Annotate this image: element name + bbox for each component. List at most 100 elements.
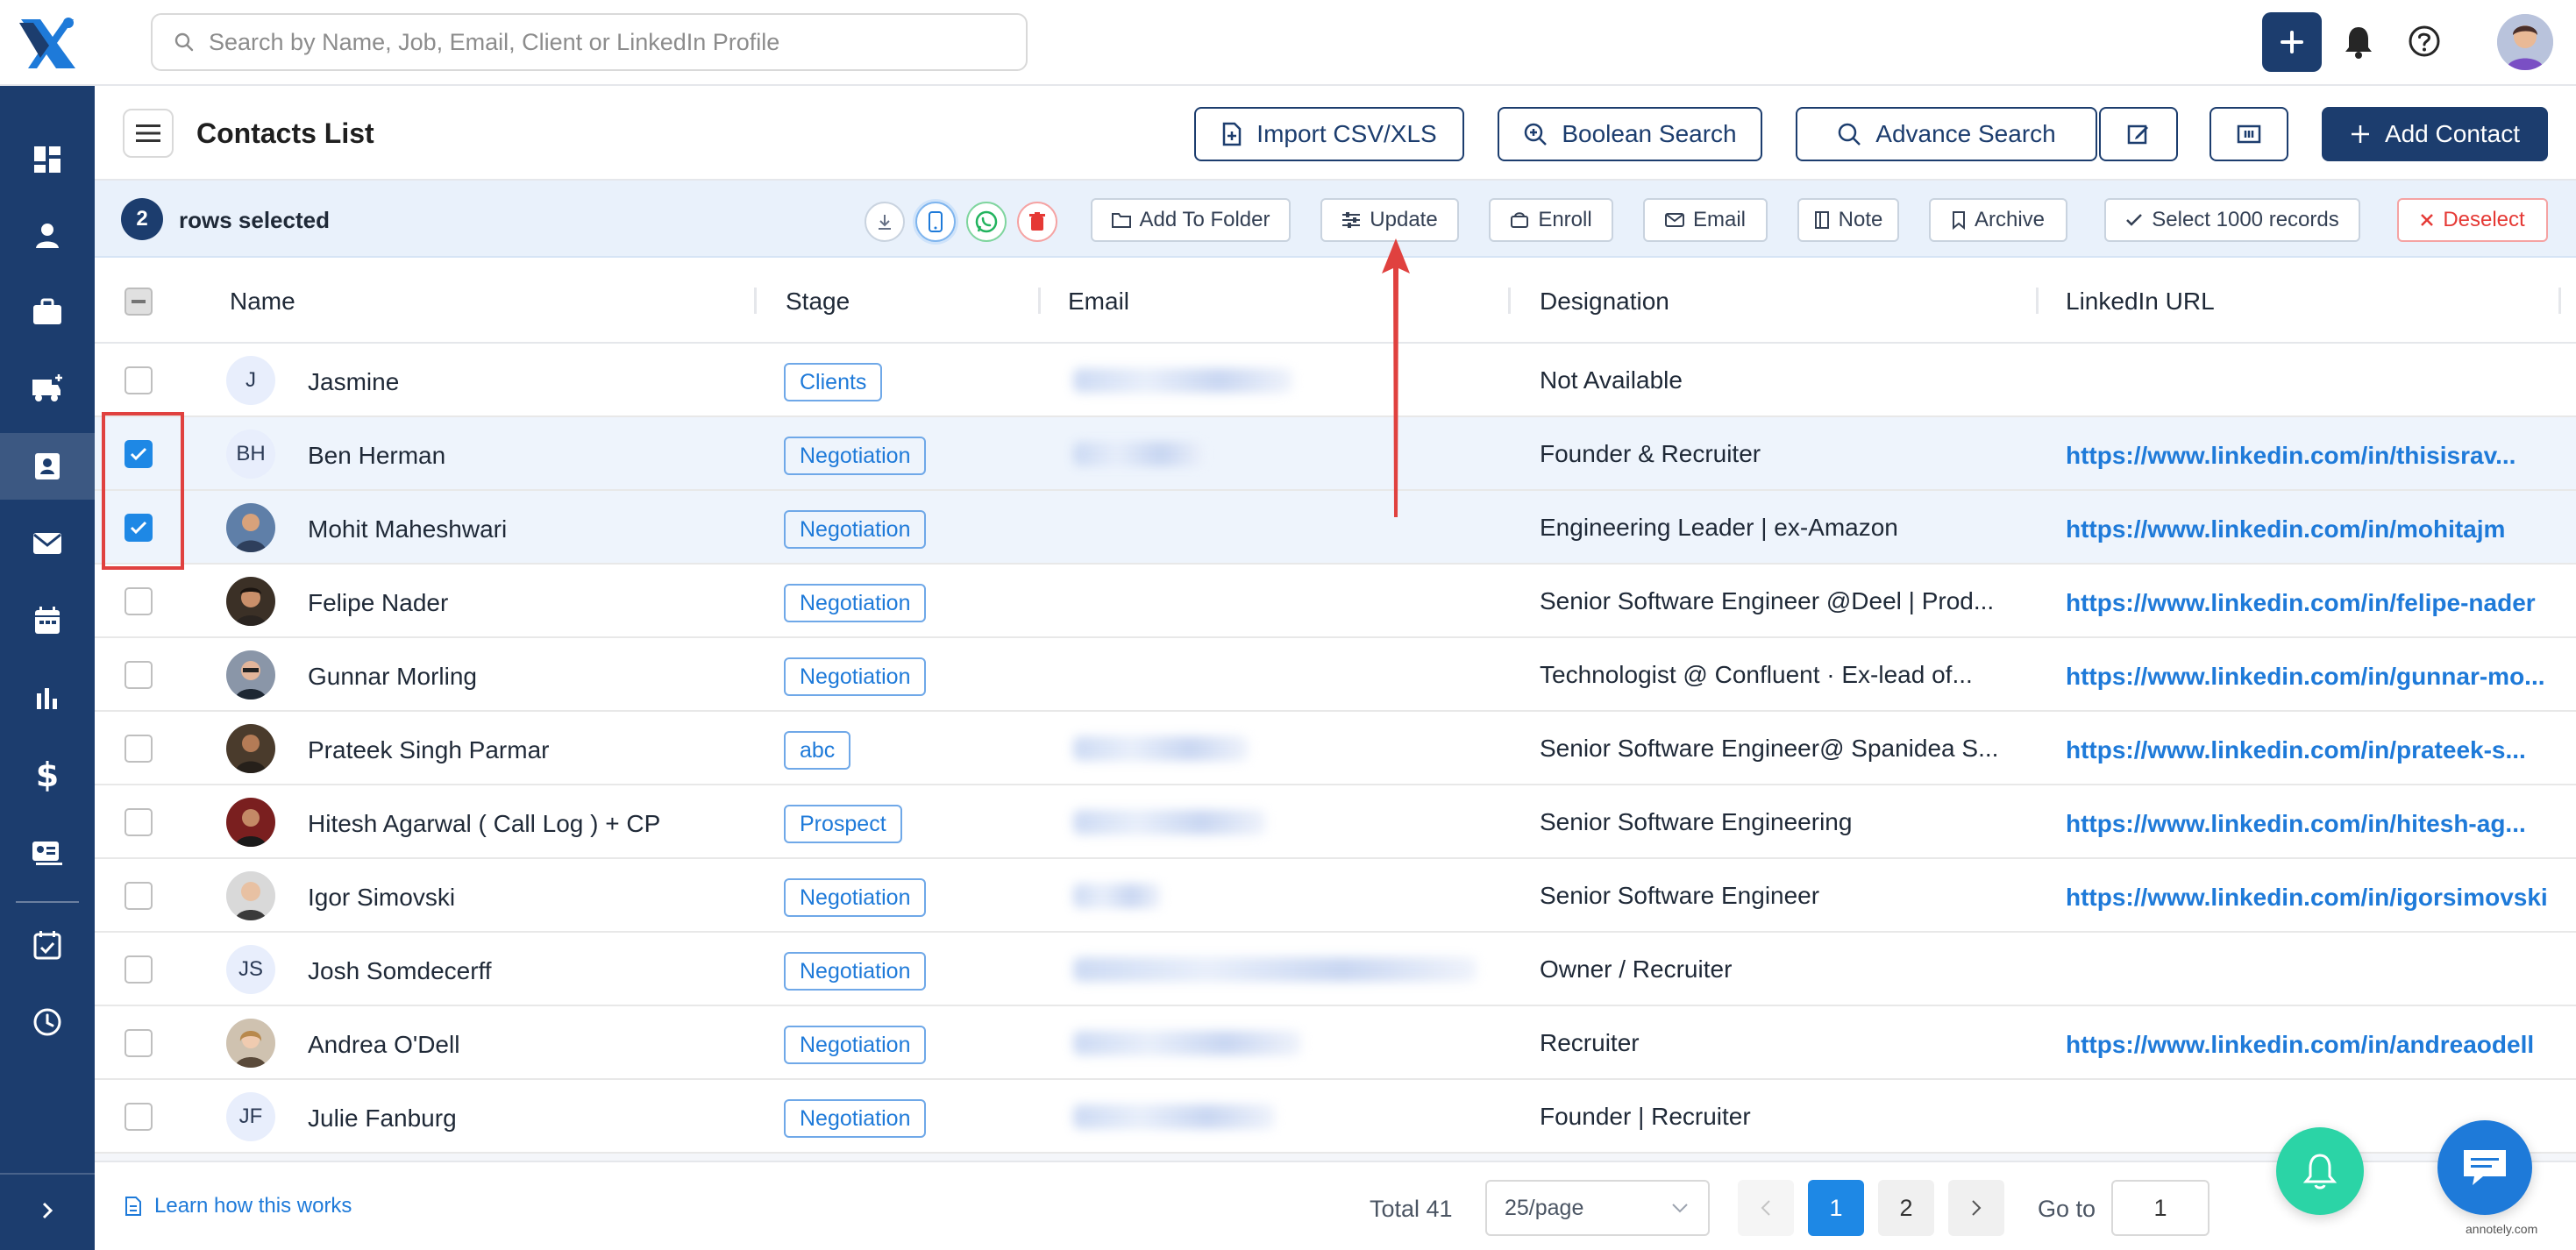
sidebar-item-reports[interactable]	[0, 664, 95, 731]
download-button[interactable]	[865, 202, 905, 242]
contact-name[interactable]: Ben Herman	[308, 442, 445, 470]
learn-how-link[interactable]: Learn how this works	[125, 1194, 352, 1218]
row-checkbox[interactable]	[125, 366, 153, 394]
sidebar-item-jobs[interactable]	[0, 279, 95, 345]
contact-name[interactable]: Andrea O'Dell	[308, 1031, 459, 1059]
email-button[interactable]: Email	[1643, 198, 1768, 242]
row-checkbox[interactable]	[125, 1103, 153, 1131]
quick-add-button[interactable]	[2262, 12, 2322, 72]
linkedin-link[interactable]: https://www.linkedin.com/in/felipe-nader	[2066, 589, 2536, 617]
edit-button[interactable]	[2099, 107, 2178, 161]
row-checkbox[interactable]	[125, 735, 153, 763]
contact-name[interactable]: Gunnar Morling	[308, 663, 477, 691]
column-header-designation[interactable]: Designation	[1540, 288, 1669, 316]
add-contact-button[interactable]: Add Contact	[2322, 107, 2548, 161]
global-search[interactable]	[151, 13, 1028, 71]
contact-name[interactable]: Julie Fanburg	[308, 1104, 457, 1133]
notifications-fab[interactable]	[2276, 1127, 2364, 1215]
column-resizer[interactable]	[1038, 288, 1041, 314]
select-all-checkbox[interactable]	[125, 288, 153, 316]
enroll-button[interactable]: Enroll	[1489, 198, 1613, 242]
whatsapp-button[interactable]	[966, 202, 1007, 242]
app-logo[interactable]	[14, 14, 79, 72]
update-button[interactable]: Update	[1320, 198, 1459, 242]
contact-name[interactable]: Prateek Singh Parmar	[308, 736, 549, 764]
select-all-records-button[interactable]: Select 1000 records	[2104, 198, 2360, 242]
sidebar-item-mail[interactable]	[0, 510, 95, 577]
table-row[interactable]: Andrea O'Dell Negotiation Recruiter http…	[95, 1006, 2576, 1080]
sidebar-expand-button[interactable]	[0, 1173, 95, 1246]
sidebar-item-billing[interactable]: $	[0, 742, 95, 808]
row-checkbox[interactable]	[125, 808, 153, 836]
deselect-button[interactable]: Deselect	[2397, 198, 2548, 242]
add-to-folder-button[interactable]: Add To Folder	[1091, 198, 1291, 242]
table-row[interactable]: BH Ben Herman Negotiation Founder & Recr…	[95, 417, 2576, 491]
contact-name[interactable]: Mohit Maheshwari	[308, 515, 507, 543]
stage-badge[interactable]: Prospect	[784, 805, 902, 843]
page-2-button[interactable]: 2	[1878, 1180, 1934, 1236]
phone-button[interactable]	[915, 202, 956, 242]
table-row[interactable]: JS Josh Somdecerff Negotiation Owner / R…	[95, 933, 2576, 1006]
note-button[interactable]: Note	[1797, 198, 1899, 242]
column-resizer[interactable]	[754, 288, 757, 314]
column-header-name[interactable]: Name	[230, 288, 295, 316]
table-row[interactable]: Prateek Singh Parmar abc Senior Software…	[95, 712, 2576, 785]
row-checkbox[interactable]	[125, 661, 153, 689]
column-resizer[interactable]	[1508, 288, 1511, 314]
table-row[interactable]: Mohit Maheshwari Negotiation Engineering…	[95, 491, 2576, 565]
columns-button[interactable]	[2210, 107, 2288, 161]
linkedin-link[interactable]: https://www.linkedin.com/in/gunnar-mo...	[2066, 663, 2545, 691]
stage-badge[interactable]: Negotiation	[784, 1026, 927, 1064]
menu-toggle-button[interactable]	[123, 109, 174, 158]
row-checkbox[interactable]	[125, 1029, 153, 1057]
table-row[interactable]: J Jasmine Clients Not Available	[95, 344, 2576, 417]
table-row[interactable]: Felipe Nader Negotiation Senior Software…	[95, 565, 2576, 638]
next-page-button[interactable]	[1948, 1180, 2004, 1236]
goto-page-input[interactable]	[2111, 1180, 2210, 1236]
stage-badge[interactable]: Negotiation	[784, 584, 927, 622]
boolean-search-button[interactable]: Boolean Search	[1498, 107, 1762, 161]
contact-name[interactable]: Igor Simovski	[308, 884, 455, 912]
chat-fab[interactable]	[2437, 1120, 2532, 1215]
search-input[interactable]	[209, 28, 998, 56]
sidebar-item-tasks[interactable]	[0, 912, 95, 978]
help-icon[interactable]	[2408, 25, 2441, 58]
stage-badge[interactable]: Negotiation	[784, 657, 927, 696]
page-1-button[interactable]: 1	[1808, 1180, 1864, 1236]
notifications-bell-icon[interactable]	[2343, 25, 2374, 60]
sidebar-item-calendar[interactable]	[0, 587, 95, 654]
sidebar-item-clients[interactable]	[0, 356, 95, 423]
prev-page-button[interactable]	[1738, 1180, 1794, 1236]
advance-search-button[interactable]: Advance Search	[1796, 107, 2097, 161]
linkedin-link[interactable]: https://www.linkedin.com/in/igorsimovski	[2066, 884, 2548, 912]
archive-button[interactable]: Archive	[1929, 198, 2067, 242]
stage-badge[interactable]: Negotiation	[784, 1099, 927, 1138]
column-header-stage[interactable]: Stage	[786, 288, 850, 316]
column-resizer[interactable]	[2036, 288, 2039, 314]
column-resizer[interactable]	[2558, 288, 2561, 314]
sidebar-item-history[interactable]	[0, 989, 95, 1055]
stage-badge[interactable]: Clients	[784, 363, 883, 401]
table-row[interactable]: Igor Simovski Negotiation Senior Softwar…	[95, 859, 2576, 933]
row-checkbox[interactable]	[125, 882, 153, 910]
linkedin-link[interactable]: https://www.linkedin.com/in/andreaodell	[2066, 1031, 2534, 1059]
column-header-linkedin[interactable]: LinkedIn URL	[2066, 288, 2215, 316]
linkedin-link[interactable]: https://www.linkedin.com/in/mohitajm	[2066, 515, 2505, 543]
sidebar-item-contacts[interactable]	[0, 433, 95, 500]
stage-badge[interactable]: abc	[784, 731, 851, 770]
contact-name[interactable]: Josh Somdecerff	[308, 957, 492, 985]
linkedin-link[interactable]: https://www.linkedin.com/in/hitesh-ag...	[2066, 810, 2526, 838]
stage-badge[interactable]: Negotiation	[784, 952, 927, 991]
import-csv-button[interactable]: Import CSV/XLS	[1194, 107, 1464, 161]
linkedin-link[interactable]: https://www.linkedin.com/in/prateek-s...	[2066, 736, 2526, 764]
table-row[interactable]: JF Julie Fanburg Negotiation Founder | R…	[95, 1080, 2576, 1154]
stage-badge[interactable]: Negotiation	[784, 437, 927, 475]
stage-badge[interactable]: Negotiation	[784, 878, 927, 917]
contact-name[interactable]: Felipe Nader	[308, 589, 448, 617]
linkedin-link[interactable]: https://www.linkedin.com/in/thisisrav...	[2066, 442, 2516, 470]
user-avatar[interactable]	[2497, 14, 2553, 70]
contact-name[interactable]: Hitesh Agarwal ( Call Log ) + CP	[308, 810, 660, 838]
table-row[interactable]: Hitesh Agarwal ( Call Log ) + CP Prospec…	[95, 785, 2576, 859]
table-row[interactable]: Gunnar Morling Negotiation Technologist …	[95, 638, 2576, 712]
sidebar-item-candidates[interactable]	[0, 202, 95, 268]
